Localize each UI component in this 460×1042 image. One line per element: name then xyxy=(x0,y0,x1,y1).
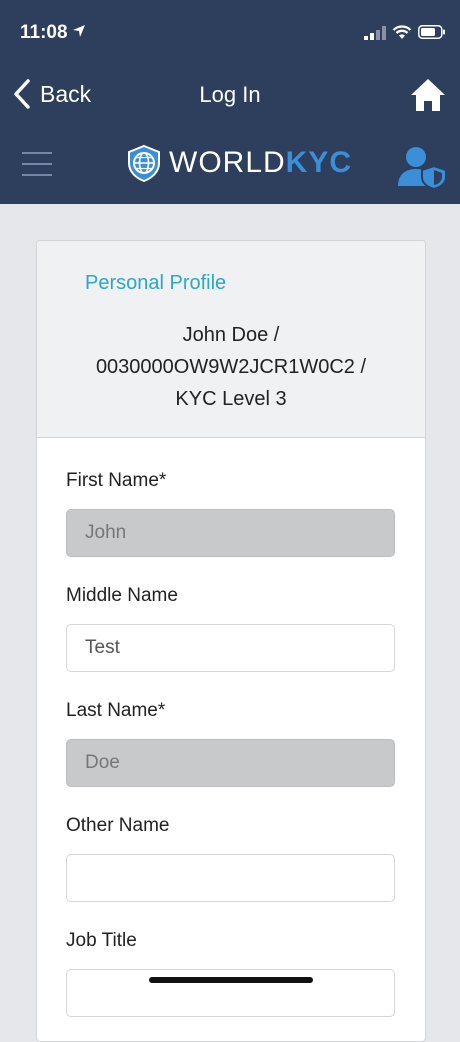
logo-word: WORLD xyxy=(169,146,286,179)
status-time: 11:08 xyxy=(20,22,68,43)
last-name-label: Last Name* xyxy=(66,700,166,721)
logo-accent: KYC xyxy=(285,146,353,179)
profile-kyc-level-line: KYC Level 3 xyxy=(175,388,287,410)
other-name-field[interactable] xyxy=(66,854,395,902)
battery-icon xyxy=(418,25,445,39)
brand-bar: WORLD KYC xyxy=(0,130,460,200)
profile-summary: John Doe / 0030000OW9W2JCR1W0C2 / KYC Le… xyxy=(57,319,405,415)
middle-name-field[interactable] xyxy=(66,624,395,672)
personal-profile-card: Personal Profile John Doe / 0030000OW9W2… xyxy=(36,240,426,1042)
middle-name-label: Middle Name xyxy=(66,585,178,606)
location-arrow-icon xyxy=(73,25,85,37)
wifi-icon xyxy=(392,25,412,39)
first-name-label: First Name* xyxy=(66,470,167,491)
other-name-label: Other Name xyxy=(66,815,170,836)
globe-shield-icon xyxy=(128,144,160,182)
status-bar: 11:08 xyxy=(0,0,460,70)
last-name-field[interactable] xyxy=(66,739,395,787)
profile-header: Personal Profile John Doe / 0030000OW9W2… xyxy=(37,241,425,438)
profile-id-line: 0030000OW9W2JCR1W0C2 / xyxy=(95,356,367,378)
first-name-field[interactable] xyxy=(66,509,395,557)
home-indicator-bar[interactable] xyxy=(149,977,313,983)
cellular-signal-icon xyxy=(364,26,386,40)
user-shield-icon[interactable] xyxy=(396,144,448,190)
hamburger-menu-icon[interactable] xyxy=(22,152,52,178)
app-header: 11:08 Back Log In WORLD KYC xyxy=(0,0,460,204)
home-icon[interactable] xyxy=(409,76,447,114)
page-title: Log In xyxy=(199,82,261,107)
navigation-bar: Back Log In xyxy=(0,70,460,120)
profile-name-line: John Doe / xyxy=(182,324,280,346)
job-title-label: Job Title xyxy=(66,930,137,951)
section-title: Personal Profile xyxy=(85,272,227,294)
worldkyc-logo: WORLD KYC xyxy=(125,144,352,182)
